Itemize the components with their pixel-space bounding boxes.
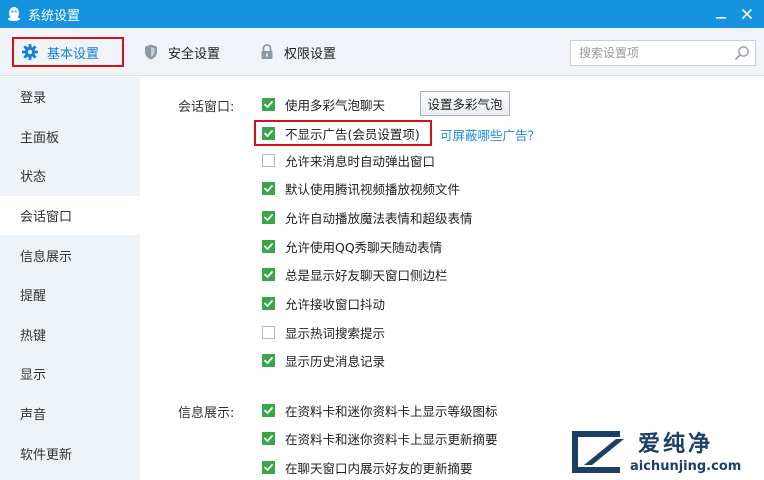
sidebar-item-main-panel[interactable]: 主面板 xyxy=(0,117,140,157)
sidebar-item-label: 提醒 xyxy=(20,289,47,305)
tab-basic-settings-label: 基本设置 xyxy=(47,46,100,62)
option-hide-ads[interactable]: 不显示广告(会员设置项) xyxy=(262,124,420,142)
option-update-summary[interactable]: 在资料卡和迷你资料卡上显示更新摘要 xyxy=(262,429,498,447)
watermark-logo-icon xyxy=(572,431,624,473)
minimize-button[interactable] xyxy=(708,2,734,26)
sidebar-item-label: 主面板 xyxy=(20,130,60,146)
search-box xyxy=(570,40,756,66)
check-icon xyxy=(264,213,273,221)
option-label: 在资料卡和迷你资料卡上显示等级图标 xyxy=(285,403,498,419)
watermark-name: 爱纯净 xyxy=(638,432,714,457)
checkbox[interactable] xyxy=(262,403,275,417)
sidebar-item-label: 热键 xyxy=(20,328,47,344)
section-label-session-window: 会话窗口: xyxy=(178,100,235,115)
checkbox[interactable] xyxy=(262,325,275,339)
checkbox[interactable] xyxy=(262,97,275,111)
sidebar-item-login[interactable]: 登录 xyxy=(0,77,140,117)
tab-security-settings[interactable]: 安全设置 xyxy=(136,37,226,67)
option-label: 总是显示好友聊天窗口侧边栏 xyxy=(285,267,448,283)
option-qq-show-emoji[interactable]: 允许使用QQ秀聊天随动表情 xyxy=(262,237,442,255)
lock-icon xyxy=(261,44,273,59)
sidebar-item-label: 声音 xyxy=(20,408,47,424)
option-colorful-bubble[interactable]: 使用多彩气泡聊天 xyxy=(262,95,385,113)
check-icon xyxy=(264,356,273,364)
check-icon xyxy=(264,129,273,137)
checkbox[interactable] xyxy=(262,267,275,281)
watermark-url: aichunjing.com xyxy=(630,459,742,474)
set-colorful-bubble-button[interactable]: 设置多彩气泡 xyxy=(420,91,510,116)
checkbox[interactable] xyxy=(262,460,275,474)
check-icon xyxy=(264,299,273,307)
gear-icon xyxy=(22,44,38,60)
sidebar-item-software-update[interactable]: 软件更新 xyxy=(0,433,140,473)
blockable-ads-link[interactable]: 可屏蔽哪些广告？ xyxy=(440,125,540,144)
sidebar: 登录 主面板 状态 会话窗口 信息展示 提醒 热键 显示 声音 软件更新 xyxy=(0,77,140,480)
option-label: 允许接收窗口抖动 xyxy=(285,296,386,312)
option-label: 允许来消息时自动弹出窗口 xyxy=(285,153,436,169)
checkbox[interactable] xyxy=(262,239,275,253)
option-label: 在资料卡和迷你资料卡上显示更新摘要 xyxy=(285,431,498,447)
tab-permission-settings[interactable]: 权限设置 xyxy=(252,37,342,67)
check-icon xyxy=(264,100,273,108)
option-label: 允许使用QQ秀聊天随动表情 xyxy=(285,239,443,255)
tab-permission-settings-label: 权限设置 xyxy=(284,46,337,62)
option-hot-search[interactable]: 显示热词搜索提示 xyxy=(262,323,385,341)
option-label: 显示历史消息记录 xyxy=(285,353,386,369)
sidebar-item-info-display[interactable]: 信息展示 xyxy=(0,235,140,275)
checkbox[interactable] xyxy=(262,296,275,310)
check-icon xyxy=(264,406,273,414)
option-chat-sidebar[interactable]: 总是显示好友聊天窗口侧边栏 xyxy=(262,265,448,283)
sidebar-item-sound[interactable]: 声音 xyxy=(0,394,140,434)
minimize-icon xyxy=(716,17,726,19)
check-icon xyxy=(264,184,273,192)
sidebar-item-reminders[interactable]: 提醒 xyxy=(0,275,140,315)
option-label: 允许自动播放魔法表情和超级表情 xyxy=(285,210,473,226)
sidebar-item-session-window[interactable]: 会话窗口 xyxy=(0,195,140,236)
option-autoplay-magic-emoji[interactable]: 允许自动播放魔法表情和超级表情 xyxy=(262,208,473,226)
option-label: 默认使用腾讯视频播放视频文件 xyxy=(285,181,461,197)
settings-content: 会话窗口: 使用多彩气泡聊天 设置多彩气泡 不显示广告(会员设置项) 可屏蔽哪些… xyxy=(140,77,764,480)
watermark: 爱纯净 aichunjing.com xyxy=(566,424,762,480)
checkbox[interactable] xyxy=(262,431,275,445)
checkbox[interactable] xyxy=(262,353,275,367)
sidebar-item-label: 登录 xyxy=(20,91,47,107)
sidebar-item-display[interactable]: 显示 xyxy=(0,354,140,394)
window-title: 系统设置 xyxy=(28,8,81,24)
tab-basic-settings[interactable]: 基本设置 xyxy=(12,37,124,67)
sidebar-item-label: 信息展示 xyxy=(20,249,73,265)
option-label: 使用多彩气泡聊天 xyxy=(285,97,386,113)
checkbox[interactable] xyxy=(262,210,275,224)
option-label: 不显示广告(会员设置项) xyxy=(285,126,420,142)
tab-security-settings-label: 安全设置 xyxy=(168,46,221,62)
sidebar-item-label: 显示 xyxy=(20,368,47,384)
check-icon xyxy=(264,242,273,250)
close-icon xyxy=(741,8,753,20)
check-icon xyxy=(264,434,273,442)
qq-logo-icon xyxy=(8,7,20,21)
option-message-history[interactable]: 显示历史消息记录 xyxy=(262,351,385,369)
checkbox[interactable] xyxy=(262,181,275,195)
option-auto-popup[interactable]: 允许来消息时自动弹出窗口 xyxy=(262,151,435,169)
check-icon xyxy=(264,463,273,471)
sidebar-item-label: 状态 xyxy=(20,170,47,186)
search-input[interactable] xyxy=(579,42,733,64)
shield-icon xyxy=(145,44,157,60)
section-label-info-display: 信息展示: xyxy=(178,406,235,421)
sidebar-item-hotkeys[interactable]: 热键 xyxy=(0,315,140,355)
option-label: 在聊天窗口内展示好友的更新摘要 xyxy=(285,460,473,476)
option-level-icon[interactable]: 在资料卡和迷你资料卡上显示等级图标 xyxy=(262,401,498,419)
close-button[interactable] xyxy=(734,2,760,26)
check-icon xyxy=(264,270,273,278)
title-bar: 系统设置 xyxy=(0,0,764,28)
checkbox[interactable] xyxy=(262,153,275,167)
checkbox[interactable] xyxy=(262,126,275,140)
search-icon[interactable] xyxy=(733,44,751,62)
option-tencent-video[interactable]: 默认使用腾讯视频播放视频文件 xyxy=(262,179,460,197)
option-window-shake[interactable]: 允许接收窗口抖动 xyxy=(262,294,385,312)
sidebar-item-status[interactable]: 状态 xyxy=(0,156,140,196)
sidebar-item-label: 软件更新 xyxy=(20,447,73,463)
sidebar-item-label: 会话窗口 xyxy=(20,210,73,226)
option-chat-update-summary[interactable]: 在聊天窗口内展示好友的更新摘要 xyxy=(262,458,473,476)
option-label: 显示热词搜索提示 xyxy=(285,325,386,341)
